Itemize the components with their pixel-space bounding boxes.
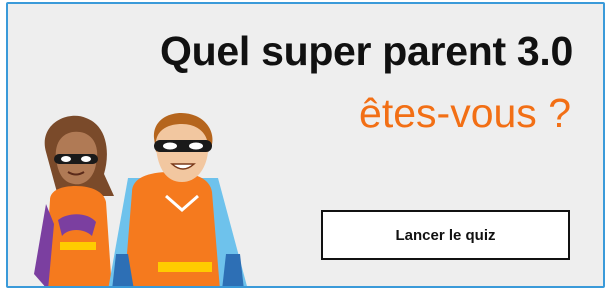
mother-hero-figure [34,115,114,286]
banner-title: Quel super parent 3.0 [160,28,573,74]
father-hero-figure [108,112,247,286]
start-quiz-button[interactable]: Lancer le quiz [321,210,570,260]
superhero-parents-illustration [34,112,247,286]
banner-subtitle: êtes-vous ? [359,90,571,136]
quiz-banner[interactable]: Quel super parent 3.0 êtes-vous ? Lancer… [6,2,605,288]
